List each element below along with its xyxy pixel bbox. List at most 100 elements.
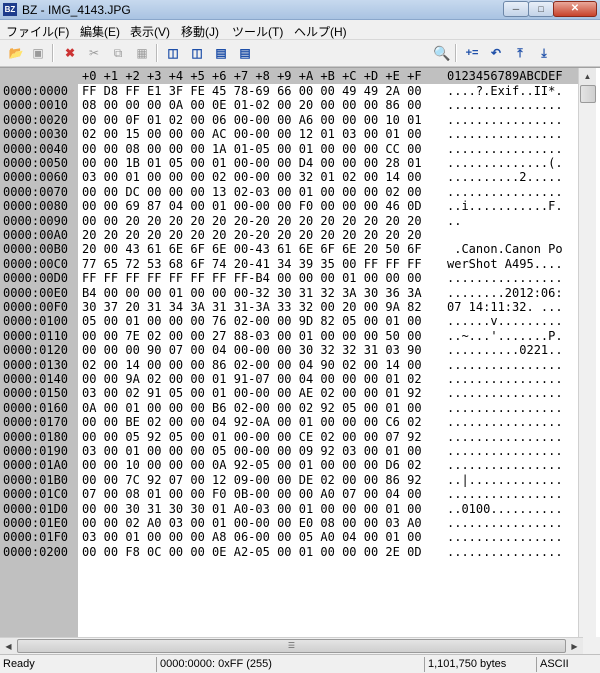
menu-view[interactable]: 表示(V) xyxy=(130,23,170,40)
scroll-right-icon[interactable]: ▶ xyxy=(566,638,583,655)
hex-row[interactable]: 0000:0080 00 00 69 87 04 00 01 00-00 00 F… xyxy=(0,199,578,213)
ascii-text[interactable]: ..0100.......... xyxy=(447,502,563,516)
hex-bytes[interactable]: FF D8 FF E1 3F FE 45 78-69 66 00 00 49 4… xyxy=(82,84,422,98)
hex-row[interactable]: 0000:01F0 03 00 01 00 00 00 A8 06-00 00 0… xyxy=(0,530,578,544)
maximize-button[interactable]: □ xyxy=(528,1,554,17)
hex-bytes[interactable]: 08 00 00 00 0A 00 0E 01-02 00 20 00 00 0… xyxy=(82,98,422,112)
hex-row[interactable]: 0000:00D0 FF FF FF FF FF FF FF FF-B4 00 0… xyxy=(0,271,578,285)
hex-row[interactable]: 0000:01A0 00 00 10 00 00 00 0A 92-05 00 0… xyxy=(0,458,578,472)
split-horizontal-icon[interactable]: ▤ xyxy=(211,44,231,62)
hex-bytes[interactable]: 00 00 20 20 20 20 20 20-20 20 20 20 20 2… xyxy=(82,214,422,228)
menu-jump[interactable]: 移動(J) xyxy=(181,23,219,40)
ascii-text[interactable]: ................ xyxy=(447,113,563,127)
minimize-button[interactable]: ─ xyxy=(503,1,529,17)
hex-row[interactable]: 0000:0180 00 00 05 92 05 00 01 00-00 00 C… xyxy=(0,430,578,444)
vertical-scrollbar[interactable]: ▲ xyxy=(578,68,596,637)
ascii-text[interactable]: ........2012:06: xyxy=(447,286,563,300)
save-icon[interactable]: ▣ xyxy=(28,44,48,62)
ascii-text[interactable] xyxy=(447,228,563,242)
hex-row[interactable]: 0000:0010 08 00 00 00 0A 00 0E 01-02 00 2… xyxy=(0,98,578,112)
hex-row[interactable]: 0000:01C0 07 00 08 01 00 00 F0 0B-00 00 0… xyxy=(0,487,578,501)
ascii-text[interactable]: ..........0221.. xyxy=(447,343,563,357)
ascii-text[interactable]: ..|............. xyxy=(447,473,563,487)
hex-row[interactable]: 0000:00C0 77 65 72 53 68 6F 74 20-41 34 3… xyxy=(0,257,578,271)
hex-bytes[interactable]: 00 00 DC 00 00 00 13 02-03 00 01 00 00 0… xyxy=(82,185,422,199)
menu-edit[interactable]: 編集(E) xyxy=(80,23,120,40)
ascii-text[interactable]: ................ xyxy=(447,358,563,372)
jump-bottom-icon[interactable]: ⤓ xyxy=(534,44,554,62)
hex-bytes[interactable]: 20 00 43 61 6E 6F 6E 00-43 61 6E 6F 6E 2… xyxy=(82,242,422,256)
ascii-text[interactable]: ..............(. xyxy=(447,156,563,170)
split-vertical-icon[interactable]: ◫ xyxy=(187,44,207,62)
hex-row[interactable]: 0000:0050 00 00 1B 01 05 00 01 00-00 00 D… xyxy=(0,156,578,170)
jump-back-icon[interactable]: ↶ xyxy=(486,44,506,62)
ascii-text[interactable]: ................ xyxy=(447,142,563,156)
ascii-text[interactable]: ..~...'.......P. xyxy=(447,329,563,343)
ascii-text[interactable]: ................ xyxy=(447,530,563,544)
hex-row[interactable]: 0000:0170 00 00 BE 02 00 00 04 92-0A 00 0… xyxy=(0,415,578,429)
hex-bytes[interactable]: 00 00 02 A0 03 00 01 00-00 00 E0 08 00 0… xyxy=(82,516,422,530)
hex-bytes[interactable]: 20 20 20 20 20 20 20 20-20 20 20 20 20 2… xyxy=(82,228,422,242)
ascii-text[interactable]: ................ xyxy=(447,458,563,472)
single-view-icon[interactable]: ◫ xyxy=(163,44,183,62)
hex-row[interactable]: 0000:0140 00 00 9A 02 00 00 01 91-07 00 0… xyxy=(0,372,578,386)
hex-bytes[interactable]: 00 00 30 31 30 30 01 A0-03 00 01 00 00 0… xyxy=(82,502,422,516)
ascii-text[interactable]: ................ xyxy=(447,271,563,285)
hex-bytes[interactable]: 05 00 01 00 00 00 76 02-00 00 9D 82 05 0… xyxy=(82,314,422,328)
hex-row[interactable]: 0000:00F0 30 37 20 31 34 3A 31 31-3A 33 3… xyxy=(0,300,578,314)
ascii-text[interactable]: ................ xyxy=(447,545,563,559)
hex-bytes[interactable]: 00 00 08 00 00 00 1A 01-05 00 01 00 00 0… xyxy=(82,142,422,156)
scroll-up-icon[interactable]: ▲ xyxy=(579,68,596,85)
delete-icon[interactable]: ✖ xyxy=(60,44,80,62)
hex-bytes[interactable]: 00 00 7C 92 07 00 12 09-00 00 DE 02 00 0… xyxy=(82,473,422,487)
ascii-text[interactable]: ................ xyxy=(447,444,563,458)
hex-bytes[interactable]: 77 65 72 53 68 6F 74 20-41 34 39 35 00 F… xyxy=(82,257,422,271)
compare-icon[interactable]: += xyxy=(460,44,484,62)
horizontal-scrollbar[interactable]: ◀ ☰ ▶ xyxy=(0,637,583,655)
hex-bytes[interactable]: 03 00 01 00 00 00 05 00-00 00 09 92 03 0… xyxy=(82,444,422,458)
vertical-scroll-thumb[interactable] xyxy=(580,85,596,103)
ascii-text[interactable]: ................ xyxy=(447,401,563,415)
hex-row[interactable]: 0000:0150 03 00 02 91 05 00 01 00-00 00 A… xyxy=(0,386,578,400)
hex-row[interactable]: 0000:0030 02 00 15 00 00 00 AC 00-00 00 1… xyxy=(0,127,578,141)
ascii-text[interactable]: .Canon.Canon Po xyxy=(447,242,562,256)
ascii-text[interactable]: ..........2..... xyxy=(447,170,563,184)
hex-row[interactable]: 0000:0000 FF D8 FF E1 3F FE 45 78-69 66 0… xyxy=(0,84,578,98)
ascii-text[interactable]: .. xyxy=(447,214,563,228)
ascii-text[interactable]: ................ xyxy=(447,487,563,501)
menu-file[interactable]: ファイル(F) xyxy=(6,23,69,40)
ascii-text[interactable]: ................ xyxy=(447,415,563,429)
find-icon[interactable]: 🔍 xyxy=(432,44,452,62)
hex-row[interactable]: 0000:0110 00 00 7E 02 00 00 27 88-03 00 0… xyxy=(0,329,578,343)
close-button[interactable]: ✕ xyxy=(553,1,597,17)
ascii-text[interactable]: ................ xyxy=(447,516,563,530)
hex-row[interactable]: 0000:00A0 20 20 20 20 20 20 20 20-20 20 2… xyxy=(0,228,578,242)
hex-bytes[interactable]: 30 37 20 31 34 3A 31 31-3A 33 32 00 20 0… xyxy=(82,300,422,314)
hex-bytes[interactable]: 00 00 00 90 07 00 04 00-00 00 30 32 32 3… xyxy=(82,343,422,357)
ascii-text[interactable]: ..i...........F. xyxy=(447,199,563,213)
menu-tools[interactable]: ツール(T) xyxy=(232,23,283,40)
cut-icon[interactable]: ✂ xyxy=(84,44,104,62)
ascii-text[interactable]: ................ xyxy=(447,372,563,386)
hex-row[interactable]: 0000:01D0 00 00 30 31 30 30 01 A0-03 00 0… xyxy=(0,502,578,516)
hex-bytes[interactable]: 02 00 14 00 00 00 86 02-00 00 04 90 02 0… xyxy=(82,358,422,372)
hex-row[interactable]: 0000:01E0 00 00 02 A0 03 00 01 00-00 00 E… xyxy=(0,516,578,530)
hex-bytes[interactable]: 00 00 10 00 00 00 0A 92-05 00 01 00 00 0… xyxy=(82,458,422,472)
hex-bytes[interactable]: 03 00 01 00 00 00 02 00-00 00 32 01 02 0… xyxy=(82,170,422,184)
hex-bytes[interactable]: 07 00 08 01 00 00 F0 0B-00 00 00 A0 07 0… xyxy=(82,487,422,501)
hex-bytes[interactable]: 00 00 0F 01 02 00 06 00-00 00 A6 00 00 0… xyxy=(82,113,422,127)
ascii-text[interactable]: 07 14:11:32. ... xyxy=(447,300,563,314)
open-folder-icon[interactable]: 📂 xyxy=(6,44,26,62)
hex-bytes[interactable]: 00 00 F8 0C 00 00 0E A2-05 00 01 00 00 0… xyxy=(82,545,422,559)
paste-icon[interactable]: ▦ xyxy=(132,44,152,62)
hex-bytes[interactable]: 00 00 69 87 04 00 01 00-00 00 F0 00 00 0… xyxy=(82,199,422,213)
hex-bytes[interactable]: 03 00 01 00 00 00 A8 06-00 00 05 A0 04 0… xyxy=(82,530,422,544)
hex-bytes[interactable]: 03 00 02 91 05 00 01 00-00 00 AE 02 00 0… xyxy=(82,386,422,400)
hex-bytes[interactable]: 00 00 BE 02 00 00 04 92-0A 00 01 00 00 0… xyxy=(82,415,422,429)
hex-row[interactable]: 0000:0190 03 00 01 00 00 00 05 00-00 00 0… xyxy=(0,444,578,458)
ascii-text[interactable]: ......v......... xyxy=(447,314,563,328)
hex-row[interactable]: 0000:0060 03 00 01 00 00 00 02 00-00 00 3… xyxy=(0,170,578,184)
hex-bytes[interactable]: B4 00 00 00 01 00 00 00-32 30 31 32 3A 3… xyxy=(82,286,422,300)
hex-editor[interactable]: +0 +1 +2 +3 +4 +5 +6 +7 +8 +9 +A +B +C +… xyxy=(0,67,600,637)
hex-row[interactable]: 0000:0120 00 00 00 90 07 00 04 00-00 00 3… xyxy=(0,343,578,357)
